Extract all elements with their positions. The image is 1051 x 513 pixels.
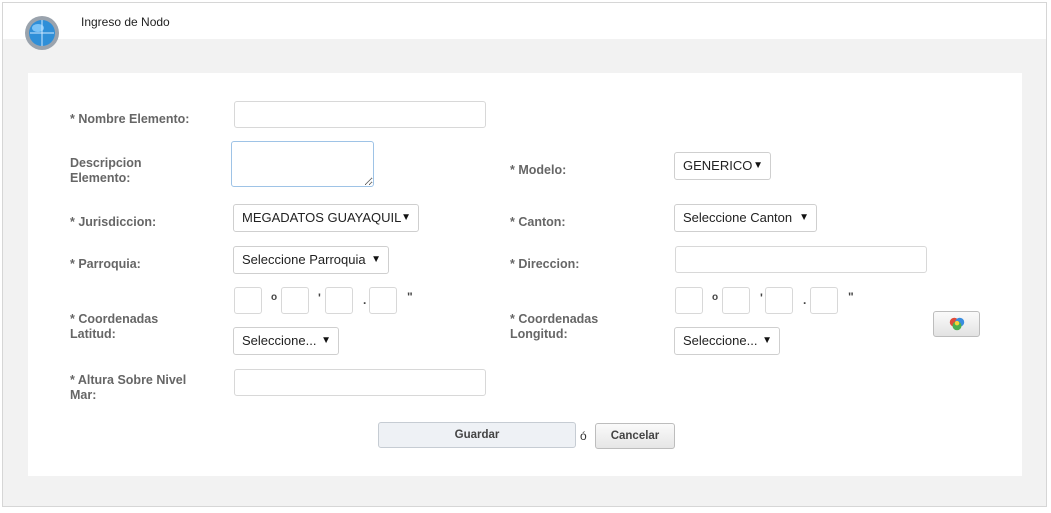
lon-seconds-input[interactable] [765, 287, 793, 314]
map-pin-icon [949, 317, 965, 331]
or-text: ó [580, 429, 587, 443]
direccion-label: * Direccion: [510, 257, 580, 271]
save-button[interactable]: Guardar [378, 422, 576, 448]
lat-decimals-input[interactable] [369, 287, 397, 314]
lat-decimal-symbol: . [363, 293, 367, 307]
latitud-label: * Coordenadas Latitud: [70, 312, 159, 341]
chevron-down-icon: ▼ [799, 212, 809, 223]
lat-seconds-input[interactable] [325, 287, 353, 314]
cancel-button[interactable]: Cancelar [595, 423, 675, 449]
lat-hemisphere-value: Seleccione... [242, 333, 317, 348]
page-title: Ingreso de Nodo [81, 15, 170, 29]
lat-hemisphere-select[interactable]: Seleccione... ▼ [233, 327, 339, 355]
lat-minutes-input[interactable] [281, 287, 309, 314]
lon-hemisphere-value: Seleccione... [683, 333, 758, 348]
form-panel [28, 73, 1022, 476]
jurisdiccion-label: * Jurisdiccion: [70, 215, 157, 229]
lat-minute-symbol: ' [318, 291, 321, 305]
lon-degree-symbol: o [712, 292, 719, 303]
header-bar: Ingreso de Nodo [3, 3, 1046, 50]
parroquia-select-value: Seleccione Parroquia [242, 252, 366, 267]
lon-second-symbol: " [848, 290, 854, 304]
lon-hemisphere-select[interactable]: Seleccione... ▼ [674, 327, 780, 355]
altura-label: * Altura Sobre Nivel Mar: [70, 373, 187, 402]
modelo-select[interactable]: GENERICO ▼ [674, 152, 771, 180]
canton-label: * Canton: [510, 215, 566, 229]
jurisdiccion-select[interactable]: MEGADATOS GUAYAQUIL ▼ [233, 204, 419, 232]
lon-degrees-input[interactable] [675, 287, 703, 314]
chevron-down-icon: ▼ [321, 335, 331, 346]
altura-input[interactable] [234, 369, 486, 396]
canton-select[interactable]: Seleccione Canton ▼ [674, 204, 817, 232]
jurisdiccion-select-value: MEGADATOS GUAYAQUIL [242, 210, 402, 225]
direccion-input[interactable] [675, 246, 927, 273]
lon-decimal-symbol: . [803, 293, 807, 307]
lon-minutes-input[interactable] [722, 287, 750, 314]
lat-degrees-input[interactable] [234, 287, 262, 314]
chevron-down-icon: ▼ [753, 160, 763, 171]
globe-gear-icon [25, 16, 59, 50]
lon-minute-symbol: ' [760, 291, 763, 305]
lat-second-symbol: " [407, 290, 413, 304]
modelo-select-value: GENERICO [683, 158, 753, 173]
map-location-button[interactable] [933, 311, 980, 337]
parroquia-select[interactable]: Seleccione Parroquia ▼ [233, 246, 389, 274]
modelo-label: * Modelo: [510, 163, 567, 177]
chevron-down-icon: ▼ [762, 335, 772, 346]
canton-select-value: Seleccione Canton [683, 210, 793, 225]
chevron-down-icon: ▼ [401, 212, 411, 223]
lon-decimals-input[interactable] [810, 287, 838, 314]
descripcion-label: Descripcion Elemento: [70, 156, 142, 185]
parroquia-label: * Parroquia: [70, 257, 141, 271]
lat-degree-symbol: o [271, 292, 278, 303]
descripcion-textarea[interactable] [231, 141, 374, 187]
longitud-label: * Coordenadas Longitud: [510, 312, 599, 341]
nombre-label: * Nombre Elemento: [70, 112, 190, 126]
chevron-down-icon: ▼ [371, 254, 381, 265]
nombre-input[interactable] [234, 101, 486, 128]
